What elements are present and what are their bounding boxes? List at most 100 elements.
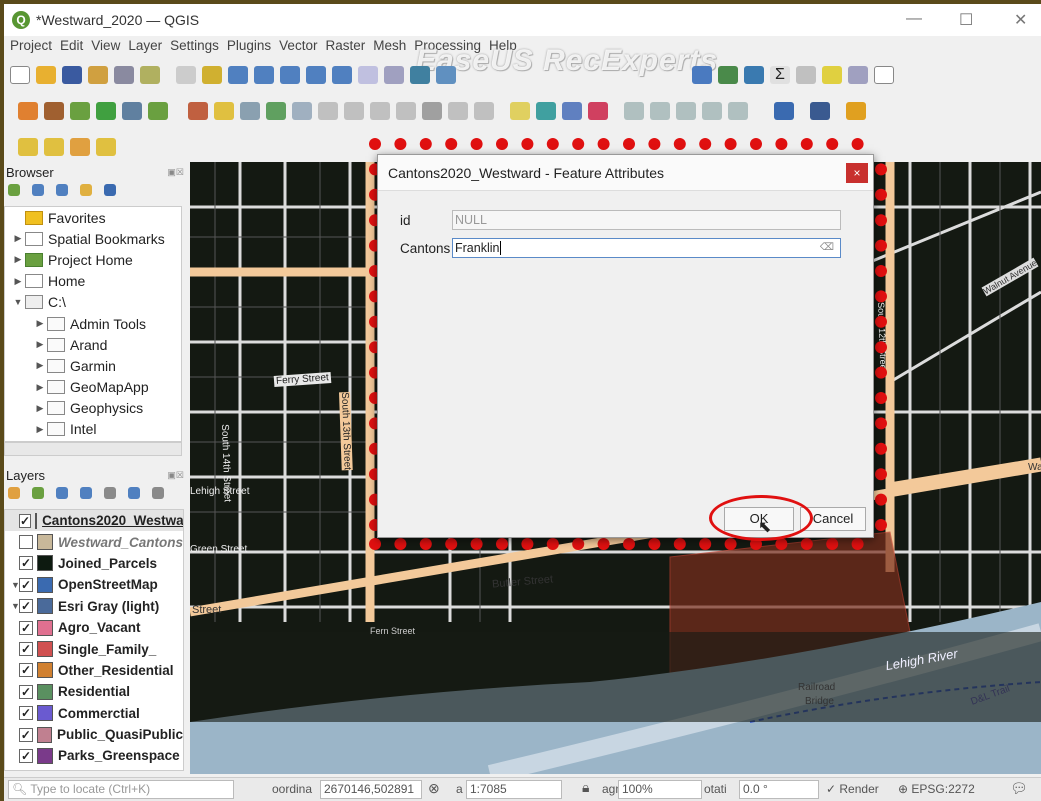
zoom-in-icon[interactable] (228, 66, 248, 84)
expand-arrow-icon[interactable]: ▶ (11, 254, 25, 265)
layer-item-commerctial[interactable]: ✓ Commerctial (5, 703, 183, 724)
add-group-icon[interactable] (32, 487, 44, 499)
filter-by-expression-icon[interactable] (104, 487, 116, 499)
layer-item-westward-cantons[interactable]: Westward_Cantons (5, 531, 183, 552)
filter-legend-icon[interactable] (80, 487, 92, 499)
layer-item-joined-parcels[interactable]: ✓ Joined_Parcels (5, 553, 183, 574)
highlight-labels-icon[interactable] (588, 102, 608, 120)
zoom-selection-icon[interactable] (306, 66, 326, 84)
layer-item-cantons2020-westward[interactable]: ✓ Cantons2020_Westward (5, 510, 183, 532)
paste-features-icon[interactable] (422, 102, 442, 120)
toggle-extents-icon[interactable]: ⊗ (428, 780, 440, 797)
move-label-icon[interactable] (624, 102, 644, 120)
add-polygon-icon[interactable] (266, 102, 286, 120)
properties-icon[interactable] (104, 184, 116, 196)
new-layer-icon[interactable] (44, 102, 64, 120)
help-icon[interactable] (810, 102, 830, 120)
copy-features-icon[interactable] (396, 102, 416, 120)
undo-icon[interactable] (448, 102, 468, 120)
layer-visibility-checkbox[interactable]: ✓ (19, 684, 33, 699)
python-console-icon[interactable] (140, 66, 160, 84)
panel-float-close-icon[interactable]: ▣☒ (167, 167, 184, 178)
layers-panel-float-close-icon[interactable]: ▣☒ (167, 470, 184, 481)
browser-item-favorites[interactable]: Favorites (5, 207, 181, 228)
coordinate-field[interactable]: 2670146,502891 (320, 780, 422, 799)
menu-settings[interactable]: Settings (170, 38, 219, 53)
layer-item-other-residential[interactable]: ✓ Other_Residential (5, 660, 183, 681)
menu-plugins[interactable]: Plugins (227, 38, 271, 53)
browser-item-project-home[interactable]: ▶ Project Home (5, 249, 181, 270)
layer-visibility-checkbox[interactable]: ✓ (19, 706, 33, 721)
cut-features-icon[interactable] (370, 102, 390, 120)
expand-all-icon[interactable] (128, 487, 140, 499)
group-expand-icon[interactable]: ▼ (11, 601, 20, 611)
pan-icon[interactable] (176, 66, 196, 84)
redo-icon[interactable] (474, 102, 494, 120)
measure-icon[interactable] (796, 66, 816, 84)
zoom-out-icon[interactable] (254, 66, 274, 84)
style-manager-icon[interactable] (114, 66, 134, 84)
collapse-layers-icon[interactable] (152, 487, 164, 499)
field-calculator-icon[interactable] (744, 66, 764, 84)
zoom-last-icon[interactable] (384, 66, 404, 84)
browser-item-home[interactable]: ▶ Home (5, 271, 181, 292)
browser-item-c-[interactable]: ▼ C:\ (5, 292, 181, 313)
lock-scale-icon[interactable]: 🔒︎ (582, 779, 589, 796)
browser-item-admin-tools[interactable]: ▶ Admin Tools (5, 313, 181, 334)
maximize-button[interactable]: ☐ (959, 10, 973, 30)
expand-arrow-icon[interactable]: ▶ (11, 233, 25, 244)
browser-item-spatial-bookmarks[interactable]: ▶ Spatial Bookmarks (5, 228, 181, 249)
nn-join-icon[interactable] (846, 102, 866, 120)
label-properties-icon[interactable] (728, 102, 748, 120)
python-icon[interactable] (774, 102, 794, 120)
crs-button[interactable]: ⊕ EPSG:2272 (898, 782, 975, 796)
refresh-browser-icon[interactable] (32, 184, 44, 196)
delete-selected-icon[interactable] (344, 102, 364, 120)
attribute-table-icon[interactable] (718, 66, 738, 84)
current-edits-icon[interactable] (188, 102, 208, 120)
menu-raster[interactable]: Raster (325, 38, 365, 53)
annotation-icon[interactable] (822, 66, 842, 84)
layer-styling-icon[interactable] (8, 487, 20, 499)
expand-arrow-icon[interactable]: ▶ (33, 318, 47, 329)
layer-visibility-checkbox[interactable] (19, 535, 33, 550)
dialog-close-button[interactable]: × (846, 163, 868, 183)
clear-field-icon[interactable]: ⌫ (820, 239, 834, 257)
add-virtual-icon[interactable] (148, 102, 168, 120)
new-project-icon[interactable] (10, 66, 30, 84)
browser-horizontal-scrollbar[interactable] (4, 442, 182, 456)
add-raster-icon[interactable] (96, 102, 116, 120)
toggle-editing-icon[interactable] (214, 102, 234, 120)
add-selected-icon[interactable] (8, 184, 20, 196)
layer-item-esri-gray-light-[interactable]: ▼ ✓ Esri Gray (light) (5, 596, 183, 617)
messages-icon[interactable]: 💬︎ (1010, 780, 1028, 797)
statistics-icon[interactable]: Σ (770, 66, 790, 84)
select-by-rectangle-icon[interactable] (18, 138, 38, 156)
save-edits-icon[interactable] (240, 102, 260, 120)
collapse-all-icon[interactable] (80, 184, 92, 196)
layer-visibility-checkbox[interactable]: ✓ (19, 513, 32, 528)
menu-layer[interactable]: Layer (128, 38, 162, 53)
label-icon[interactable] (510, 102, 530, 120)
data-source-manager-icon[interactable] (18, 102, 38, 120)
layer-visibility-checkbox[interactable]: ✓ (19, 748, 33, 763)
deselect-icon[interactable] (70, 138, 90, 156)
browser-item-intel[interactable]: ▶ Intel (5, 419, 181, 440)
zoom-full-icon[interactable] (280, 66, 300, 84)
layer-visibility-checkbox[interactable]: ✓ (19, 620, 33, 635)
layer-item-openstreetmap[interactable]: ▼ ✓ OpenStreetMap (5, 574, 183, 595)
minimize-button[interactable]: — (906, 10, 922, 28)
layer-item-single-family-[interactable]: ✓ Single_Family_ (5, 638, 183, 659)
browser-item-geomapapp[interactable]: ▶ GeoMapApp (5, 377, 181, 398)
id-field[interactable]: NULL (452, 210, 841, 230)
expand-arrow-icon[interactable]: ▶ (33, 360, 47, 371)
rotate-label-icon[interactable] (650, 102, 670, 120)
expand-arrow-icon[interactable]: ▶ (11, 276, 25, 287)
add-vector-icon[interactable] (70, 102, 90, 120)
identify-icon[interactable] (410, 66, 430, 84)
layer-item-agro-vacant[interactable]: ✓ Agro_Vacant (5, 617, 183, 638)
add-wms-icon[interactable] (122, 102, 142, 120)
layer-item-parks-greenspace[interactable]: ✓ Parks_Greenspace (5, 745, 183, 766)
browser-item-geophysics[interactable]: ▶ Geophysics (5, 398, 181, 419)
layer-visibility-checkbox[interactable]: ✓ (19, 727, 33, 742)
